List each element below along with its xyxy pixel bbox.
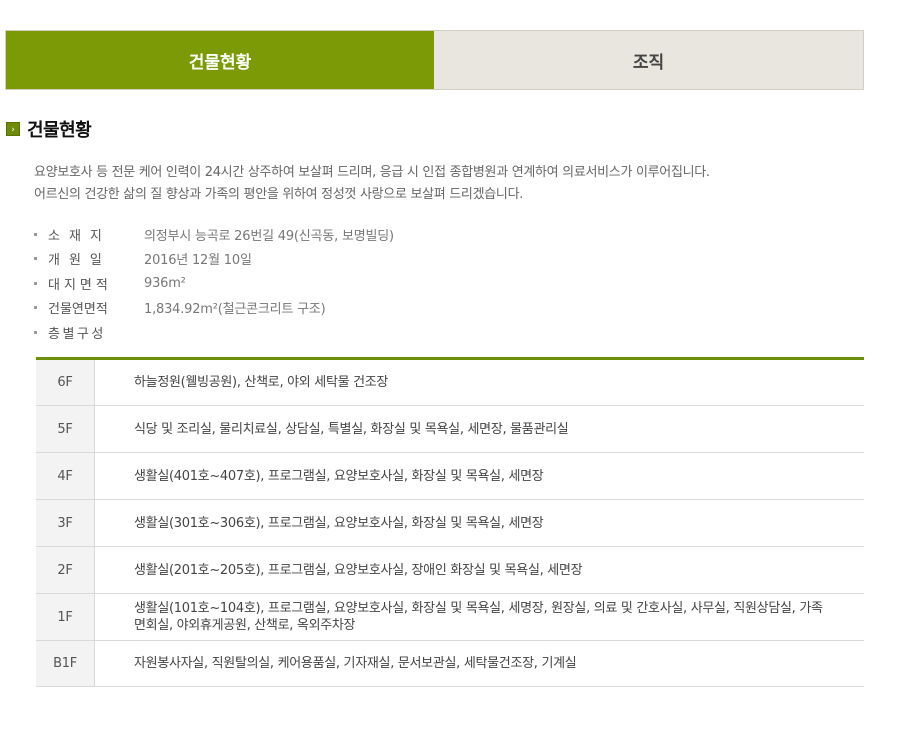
info-label: 대지면적	[48, 277, 112, 293]
bullet-icon	[34, 330, 37, 334]
info-item-opening-date: 개원일 2016년 12월 10일	[34, 247, 394, 272]
floor-description: 생활실(101호~104호), 프로그램실, 요양보호사실, 화장실 및 목욕실…	[94, 593, 864, 641]
info-item-floor-composition: 층별구성	[34, 320, 394, 345]
floor-description: 하늘정원(웰빙공원), 산책로, 야외 세탁물 건조장	[94, 358, 864, 406]
floor-table: 6F 하늘정원(웰빙공원), 산책로, 야외 세탁물 건조장 5F 식당 및 조…	[36, 357, 864, 687]
tab-building-status[interactable]: 건물현황	[6, 31, 434, 89]
floor-label: 6F	[36, 358, 95, 406]
info-list: 소재지 의정부시 능곡로 26번길 49(신곡동, 보명빌딩) 개원일 2016…	[34, 222, 394, 345]
floor-description: 생활실(201호~205호), 프로그램실, 요양보호사실, 장애인 화장실 및…	[94, 546, 864, 594]
table-row: 3F 생활실(301호~306호), 프로그램실, 요양보호사실, 화장실 및 …	[36, 499, 864, 547]
info-value: 의정부시 능곡로 26번길 49(신곡동, 보명빌딩)	[144, 228, 394, 244]
table-row: 5F 식당 및 조리실, 물리치료실, 상담실, 특별실, 화장실 및 목욕실,…	[36, 405, 864, 453]
floor-description: 자원봉사자실, 직원탈의실, 케어용품실, 기자재실, 문서보관실, 세탁물건조…	[94, 640, 864, 687]
info-label: 층별구성	[48, 326, 106, 342]
info-value: 936m²	[144, 275, 186, 291]
table-row: 4F 생활실(401호~407호), 프로그램실, 요양보호사실, 화장실 및 …	[36, 452, 864, 500]
floor-label: 3F	[36, 499, 95, 547]
info-item-land-area: 대지면적 936m²	[34, 271, 394, 296]
info-label: 소재지	[48, 228, 111, 244]
floor-label: B1F	[36, 640, 95, 687]
floor-label: 1F	[36, 593, 95, 641]
info-label: 개원일	[48, 253, 111, 269]
tab-bar: 건물현황 조직	[5, 30, 864, 90]
floor-label: 4F	[36, 452, 95, 500]
table-row: 1F 생활실(101호~104호), 프로그램실, 요양보호사실, 화장실 및 …	[36, 593, 864, 641]
intro-text: 요양보호사 등 전문 케어 인력이 24시간 상주하여 보살펴 드리며, 응급 …	[34, 162, 874, 206]
info-value: 1,834.92m²(철근콘크리트 구조)	[144, 302, 326, 318]
table-row: B1F 자원봉사자실, 직원탈의실, 케어용품실, 기자재실, 문서보관실, 세…	[36, 640, 864, 687]
section-title: 건물현황	[27, 120, 92, 141]
tab-organization[interactable]: 조직	[434, 31, 863, 89]
info-label: 건물연면적	[48, 302, 108, 318]
bullet-icon	[34, 257, 37, 261]
info-item-floor-area: 건물연면적 1,834.92m²(철근콘크리트 구조)	[34, 296, 394, 321]
intro-line-2: 어르신의 건강한 삶의 질 향상과 가족의 평안을 위하여 정성껏 사랑으로 보…	[34, 187, 524, 202]
chevron-right-icon: ›	[6, 122, 20, 136]
floor-label: 5F	[36, 405, 95, 453]
info-item-address: 소재지 의정부시 능곡로 26번길 49(신곡동, 보명빌딩)	[34, 222, 394, 247]
table-row: 6F 하늘정원(웰빙공원), 산책로, 야외 세탁물 건조장	[36, 358, 864, 406]
section-heading: › 건물현황	[6, 116, 92, 142]
intro-line-1: 요양보호사 등 전문 케어 인력이 24시간 상주하여 보살펴 드리며, 응급 …	[34, 165, 710, 180]
bullet-icon	[34, 306, 37, 310]
floor-label: 2F	[36, 546, 95, 594]
info-value: 2016년 12월 10일	[144, 253, 252, 269]
bullet-icon	[34, 232, 37, 236]
table-row: 2F 생활실(201호~205호), 프로그램실, 요양보호사실, 장애인 화장…	[36, 546, 864, 594]
bullet-icon	[34, 281, 37, 285]
floor-description: 생활실(301호~306호), 프로그램실, 요양보호사실, 화장실 및 목욕실…	[94, 499, 864, 547]
floor-description: 식당 및 조리실, 물리치료실, 상담실, 특별실, 화장실 및 목욕실, 세면…	[94, 405, 864, 453]
floor-description: 생활실(401호~407호), 프로그램실, 요양보호사실, 화장실 및 목욕실…	[94, 452, 864, 500]
